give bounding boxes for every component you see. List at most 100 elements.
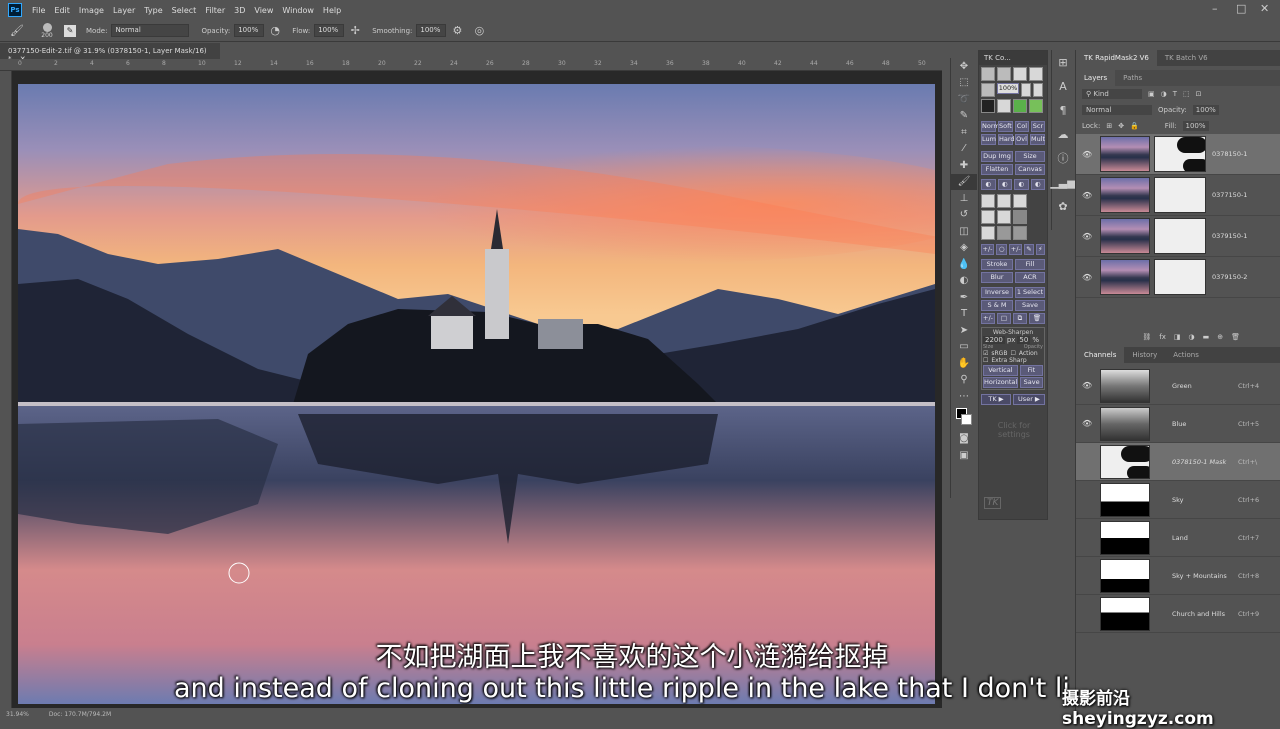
clone-stamp-tool-icon[interactable]: ⊥ <box>951 190 977 207</box>
srgb-checkbox[interactable]: ☑ <box>983 350 988 357</box>
channel-row[interactable]: Sky + Mountains Ctrl+8 <box>1076 557 1280 595</box>
menu-filter[interactable]: Filter <box>205 6 225 15</box>
lock-all-icon[interactable]: 🔒 <box>1130 122 1139 130</box>
brush-tool-icon[interactable]: 🖌 <box>10 24 24 38</box>
channel-visibility-icon[interactable]: 👁 <box>1082 381 1092 390</box>
path-selection-tool-icon[interactable]: ➤ <box>951 322 977 339</box>
action-checkbox[interactable]: ☐ <box>1010 350 1015 357</box>
visibility-eye-icon[interactable]: 👁 <box>1082 150 1092 159</box>
layers-button[interactable]: ⧉ <box>1013 313 1027 324</box>
opacity-input[interactable]: 50 <box>1017 336 1031 344</box>
flow-field[interactable]: 100% <box>314 24 345 37</box>
zoom-in-icon[interactable] <box>1021 83 1031 97</box>
pressure-opacity-icon[interactable]: ◔ <box>268 24 282 38</box>
visibility-eye-icon[interactable]: 👁 <box>1082 191 1092 200</box>
crop-tool-icon[interactable]: ⌗ <box>951 124 977 141</box>
filter-kind-select[interactable]: ⚲ Kind <box>1082 89 1142 99</box>
channel-row[interactable]: Church and Hills Ctrl+9 <box>1076 595 1280 633</box>
new-layer-icon[interactable]: ⊕ <box>1217 333 1223 341</box>
hand-tool-icon[interactable]: ✋ <box>951 355 977 372</box>
channel-row[interactable]: Land Ctrl+7 <box>1076 519 1280 557</box>
pencil-button[interactable]: ✎ <box>1024 244 1034 255</box>
brush-preset-picker[interactable]: 200 <box>34 22 60 39</box>
smoothing-field[interactable]: 100% <box>416 24 447 37</box>
adjustment-layer-icon[interactable]: ◑ <box>1189 333 1195 341</box>
channel-row[interactable]: 👁 Green Ctrl+4 <box>1076 367 1280 405</box>
fit-button[interactable]: Fit <box>1019 365 1043 376</box>
lock-position-icon[interactable]: ✥ <box>1118 122 1124 130</box>
menu-type[interactable]: Type <box>144 6 162 15</box>
eyedropper-tool-icon[interactable]: ⁄ <box>951 141 977 158</box>
extension-tab[interactable]: TK RapidMask2 V6 <box>1076 50 1157 66</box>
square-button[interactable]: □ <box>997 313 1011 324</box>
properties-icon[interactable]: ⊞ <box>1052 50 1074 74</box>
blend-soft-button[interactable]: Soft <box>998 121 1013 132</box>
libraries-icon[interactable]: ☁ <box>1052 122 1074 146</box>
zoom-100-button[interactable]: 100% <box>997 83 1019 94</box>
channel-row[interactable]: Sky Ctrl+6 <box>1076 481 1280 519</box>
trash-button[interactable]: 🗑 <box>1029 313 1045 324</box>
zoom-level[interactable]: 31.94% <box>6 711 29 718</box>
cloud-icon[interactable] <box>997 226 1011 240</box>
type-tool-icon[interactable]: T <box>951 306 977 323</box>
rewind-icon[interactable] <box>1013 67 1027 81</box>
airbrush-icon[interactable]: ✢ <box>348 24 362 38</box>
channel-visibility-icon[interactable]: 👁 <box>1082 419 1092 428</box>
dodge-brush-2-button[interactable]: ◐ <box>997 179 1012 190</box>
new-icon[interactable] <box>997 67 1011 81</box>
acr-button[interactable]: ACR <box>1015 272 1045 283</box>
lock-pixels-icon[interactable]: ⊞ <box>1106 122 1112 130</box>
paragraph-icon[interactable]: ¶ <box>1052 98 1074 122</box>
close-icon[interactable]: ✕ <box>1260 2 1269 15</box>
image-canvas[interactable] <box>18 84 935 704</box>
rectangle-tool-icon[interactable]: ▭ <box>951 339 977 356</box>
blend-mode-select[interactable]: Normal <box>1082 105 1152 115</box>
dodge-brush-3-button[interactable]: ◐ <box>1014 179 1029 190</box>
layer-mask-thumbnail[interactable] <box>1154 136 1206 172</box>
maximize-icon[interactable]: □ <box>1236 2 1246 15</box>
blend-ovl-button[interactable]: Ovl <box>1015 134 1028 145</box>
filter-smart-icon[interactable]: ⊡ <box>1196 90 1202 98</box>
menu-view[interactable]: View <box>254 6 273 15</box>
histogram-icon[interactable]: ▁▃▅ <box>1050 170 1075 194</box>
color-swatches[interactable] <box>951 405 977 431</box>
blend-hard-button[interactable]: Hard <box>998 134 1015 145</box>
vertical-button[interactable]: Vertical <box>983 365 1018 376</box>
flatten-button[interactable]: Flatten <box>981 164 1013 175</box>
size-button[interactable]: Size <box>1015 151 1045 162</box>
brush-tool-icon[interactable]: 🖌 <box>951 173 977 190</box>
inverse-button[interactable]: Inverse <box>981 287 1013 298</box>
background-color-swatch[interactable] <box>961 413 972 425</box>
drop-icon[interactable] <box>1013 226 1027 240</box>
one-select-button[interactable]: 1 Select <box>1015 287 1045 298</box>
opacity-field[interactable]: 100% <box>234 24 265 37</box>
canvas-button[interactable]: Canvas <box>1015 164 1045 175</box>
menu-help[interactable]: Help <box>323 6 341 15</box>
extension-tab[interactable]: TK Batch V6 <box>1157 50 1216 66</box>
fill-field[interactable]: 100% <box>1182 121 1209 131</box>
lasso-tool-icon[interactable]: ➰ <box>951 91 977 108</box>
menu-select[interactable]: Select <box>172 6 197 15</box>
marquee-tool-icon[interactable]: ⬚ <box>951 75 977 92</box>
pressure-size-icon[interactable]: ◎ <box>472 24 486 38</box>
blur-button[interactable]: Blur <box>981 272 1013 283</box>
zoom-out-icon[interactable] <box>1033 83 1043 97</box>
blend-scr-button[interactable]: Scr <box>1030 121 1045 132</box>
tk-menu-button[interactable]: TK ▶ <box>981 394 1011 405</box>
fit-screen-icon[interactable] <box>981 83 995 97</box>
blur-tool-icon[interactable]: 💧 <box>951 256 977 273</box>
layer-row[interactable]: 👁 0379150-1 <box>1076 216 1280 257</box>
document-tab[interactable]: 0377150-Edit-2.tif @ 31.9% (0378150-1, L… <box>0 43 220 63</box>
green-brush-icon[interactable] <box>1013 99 1027 113</box>
menu-edit[interactable]: Edit <box>54 6 70 15</box>
plugin-gear-icon[interactable]: ✿ <box>1052 194 1074 218</box>
save-selection-button[interactable]: Save <box>1015 300 1045 311</box>
visibility-eye-icon[interactable]: 👁 <box>1082 232 1092 241</box>
layer-group-icon[interactable] <box>997 194 1011 208</box>
horizontal-button[interactable]: Horizontal <box>983 377 1019 388</box>
tab-channels[interactable]: Channels <box>1076 347 1125 363</box>
more-tools-icon[interactable]: ⋯ <box>951 388 977 405</box>
eraser-tool-icon[interactable]: ◫ <box>951 223 977 240</box>
white-brush-icon[interactable] <box>997 99 1011 113</box>
dodge-brush-1-button[interactable]: ◐ <box>981 179 996 190</box>
